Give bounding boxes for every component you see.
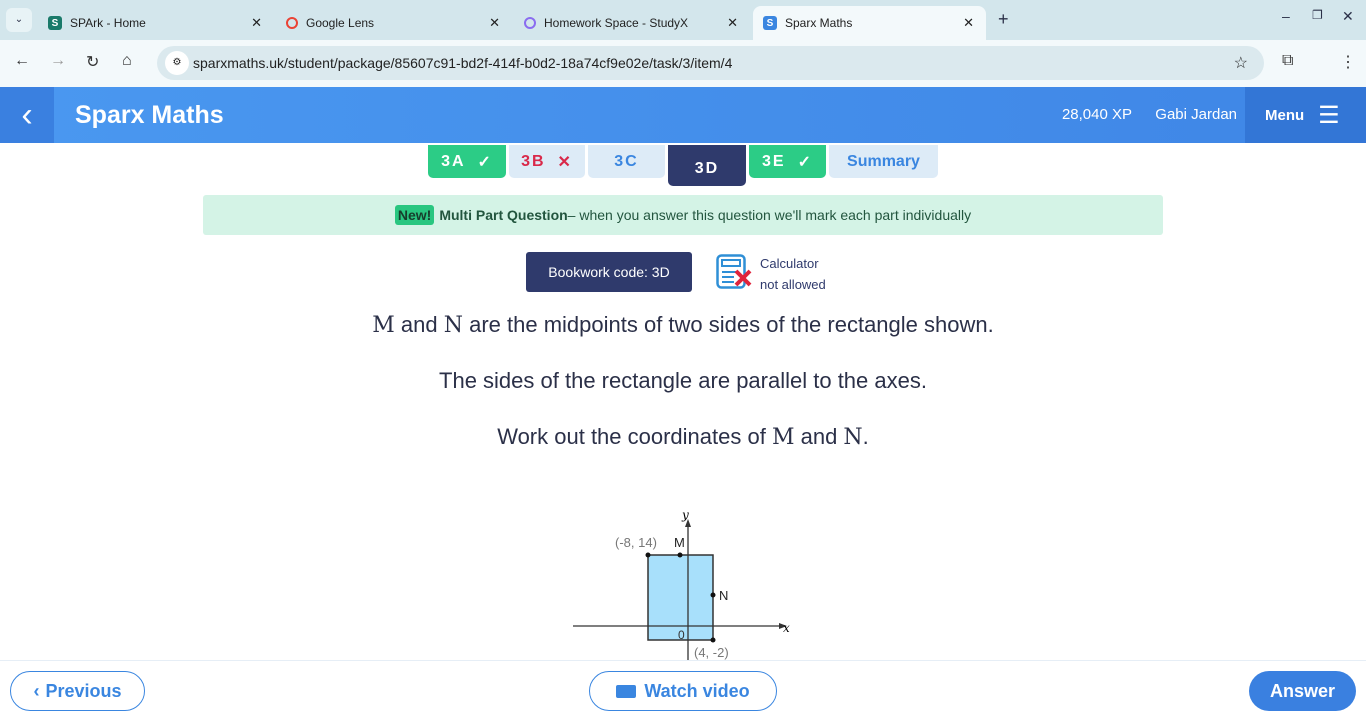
part-label: 3C [614,152,639,170]
y-axis-label: y [681,508,689,522]
part-tab-3c[interactable]: 3C [588,145,665,178]
new-tab-icon[interactable]: + [998,9,1009,30]
previous-button[interactable]: ‹ Previous [10,671,145,711]
calculator-line2: not allowed [760,277,826,292]
chevron-left-icon: ‹ [21,95,33,134]
calculator-line1: Calculator [760,256,819,271]
part-tab-3a[interactable]: 3A ✓ [428,145,506,178]
watch-video-button[interactable]: Watch video [589,671,777,711]
minimize-icon[interactable]: – [1282,8,1290,24]
part-label: 3D [694,159,720,177]
tab-title: SPArk - Home [70,16,146,30]
tab-title: Google Lens [306,16,375,30]
browser-tab-bar: ⌄ S SPArk - Home ✕ Google Lens ✕ Homework S… [0,0,1366,40]
hamburger-icon: ☰ [1318,101,1340,129]
bookmark-star-icon[interactable]: ☆ [1234,53,1248,73]
part-tab-summary[interactable]: Summary [829,145,938,178]
rectangle-diagram: y x (-8, 14) M N 0 (4, -2) [573,508,790,660]
label-m: M [674,535,685,550]
x-axis-label: x [783,621,790,635]
calculator-not-allowed-icon [716,254,752,289]
question-line-2: The sides of the rectangle are parallel … [439,368,927,393]
check-icon: ✓ [477,153,493,171]
home-icon[interactable]: ⌂ [122,52,132,70]
text: are the midpoints of two sides of the re… [462,312,994,337]
math-n: N [843,425,863,450]
address-bar[interactable]: ⚙ sparxmaths.uk/student/package/85607c91-… [157,46,1264,80]
google-lens-icon [286,17,298,29]
studyx-icon [524,17,536,29]
tab-spark-home[interactable]: S SPArk - Home ✕ [38,6,274,40]
url-text: sparxmaths.uk/student/package/85607c91-b… [193,55,733,71]
back-icon[interactable]: ← [14,52,30,70]
restore-icon[interactable]: ❐ [1312,8,1323,22]
xp-count: 28,040 XP [1061,106,1132,123]
corner-point-bottom-right [710,637,716,643]
close-window-icon[interactable]: ✕ [1342,8,1354,25]
cross-icon: ✕ [557,153,573,171]
tab-studyx[interactable]: Homework Space - StudyX ✕ [514,6,750,40]
brand-logo[interactable]: Sparx Maths [75,101,224,130]
tab-sparx-maths[interactable]: S Sparx Maths ✕ [753,6,986,40]
part-label: Summary [847,152,920,170]
text: . [862,424,869,449]
answer-label: Answer [1269,680,1336,701]
video-camera-icon [616,684,637,698]
sparx-favicon-icon: S [763,16,777,30]
close-tab-icon[interactable]: ✕ [963,15,974,31]
new-badge: New! [394,205,435,225]
part-label: 3B [521,152,546,170]
question-line-3: Work out the coordinates of M and N. [0,424,1366,450]
part-label: 3E [762,152,786,170]
banner-title: Multi Part Question [439,207,568,223]
banner-text: – when you answer this question we'll ma… [567,207,972,223]
origin-label: 0 [678,628,685,642]
bookwork-code: Bookwork code: 3D [526,252,692,292]
user-name[interactable]: Gabi Jardan [1155,106,1237,123]
math-n: N [443,313,463,338]
math-m: M [771,425,795,450]
question-line-1: M and N are the midpoints of two sides o… [0,312,1366,338]
back-button[interactable]: ‹ [0,87,54,143]
part-label: 3A [441,152,466,170]
answer-button[interactable]: Answer [1249,671,1356,711]
text: and [394,312,444,337]
text: Work out the coordinates of [497,424,772,449]
forward-icon[interactable]: → [50,52,66,70]
close-tab-icon[interactable]: ✕ [489,15,500,31]
tab-search-button[interactable]: ⌄ [6,8,32,32]
chevron-left-icon: ‹ [33,680,40,701]
tab-google-lens[interactable]: Google Lens ✕ [276,6,512,40]
close-tab-icon[interactable]: ✕ [727,15,738,31]
corner-point-top-left [645,552,651,558]
menu-button[interactable]: Menu ☰ [1245,87,1366,143]
math-m: M [372,313,395,338]
previous-label: Previous [45,680,122,701]
app-header: ‹ Sparx Maths 28,040 XP Gabi Jardan Menu… [0,87,1366,143]
tab-title: Sparx Maths [785,16,853,30]
reload-icon[interactable]: ↻ [86,52,99,72]
watch-video-label: Watch video [644,680,750,701]
part-tab-3d[interactable]: 3D [668,145,746,186]
spark-favicon-icon: S [48,16,62,30]
more-menu-icon[interactable]: ⋮ [1340,52,1356,72]
point-m [677,552,683,558]
site-info-icon[interactable]: ⚙ [165,51,189,75]
multi-part-banner: New! Multi Part Question – when you answe… [203,195,1163,235]
footer-divider [0,660,1366,661]
text: and [794,424,844,449]
label-n: N [719,588,728,603]
corner-label-top-left: (-8, 14) [615,535,657,550]
part-tab-3b[interactable]: 3B ✕ [509,145,585,178]
extensions-icon[interactable]: ⧉ [1282,52,1293,70]
browser-toolbar: ← → ↻ ⌂ ⚙ sparxmaths.uk/student/package/8… [0,40,1366,87]
point-n [710,592,716,598]
tab-title: Homework Space - StudyX [544,16,689,30]
calculator-status: Calculator not allowed [760,253,826,295]
corner-label-bottom-right: (4, -2) [694,645,729,660]
check-icon: ✓ [797,153,813,171]
menu-label: Menu [1265,106,1305,124]
close-tab-icon[interactable]: ✕ [251,15,262,31]
part-tab-3e[interactable]: 3E ✓ [749,145,826,178]
